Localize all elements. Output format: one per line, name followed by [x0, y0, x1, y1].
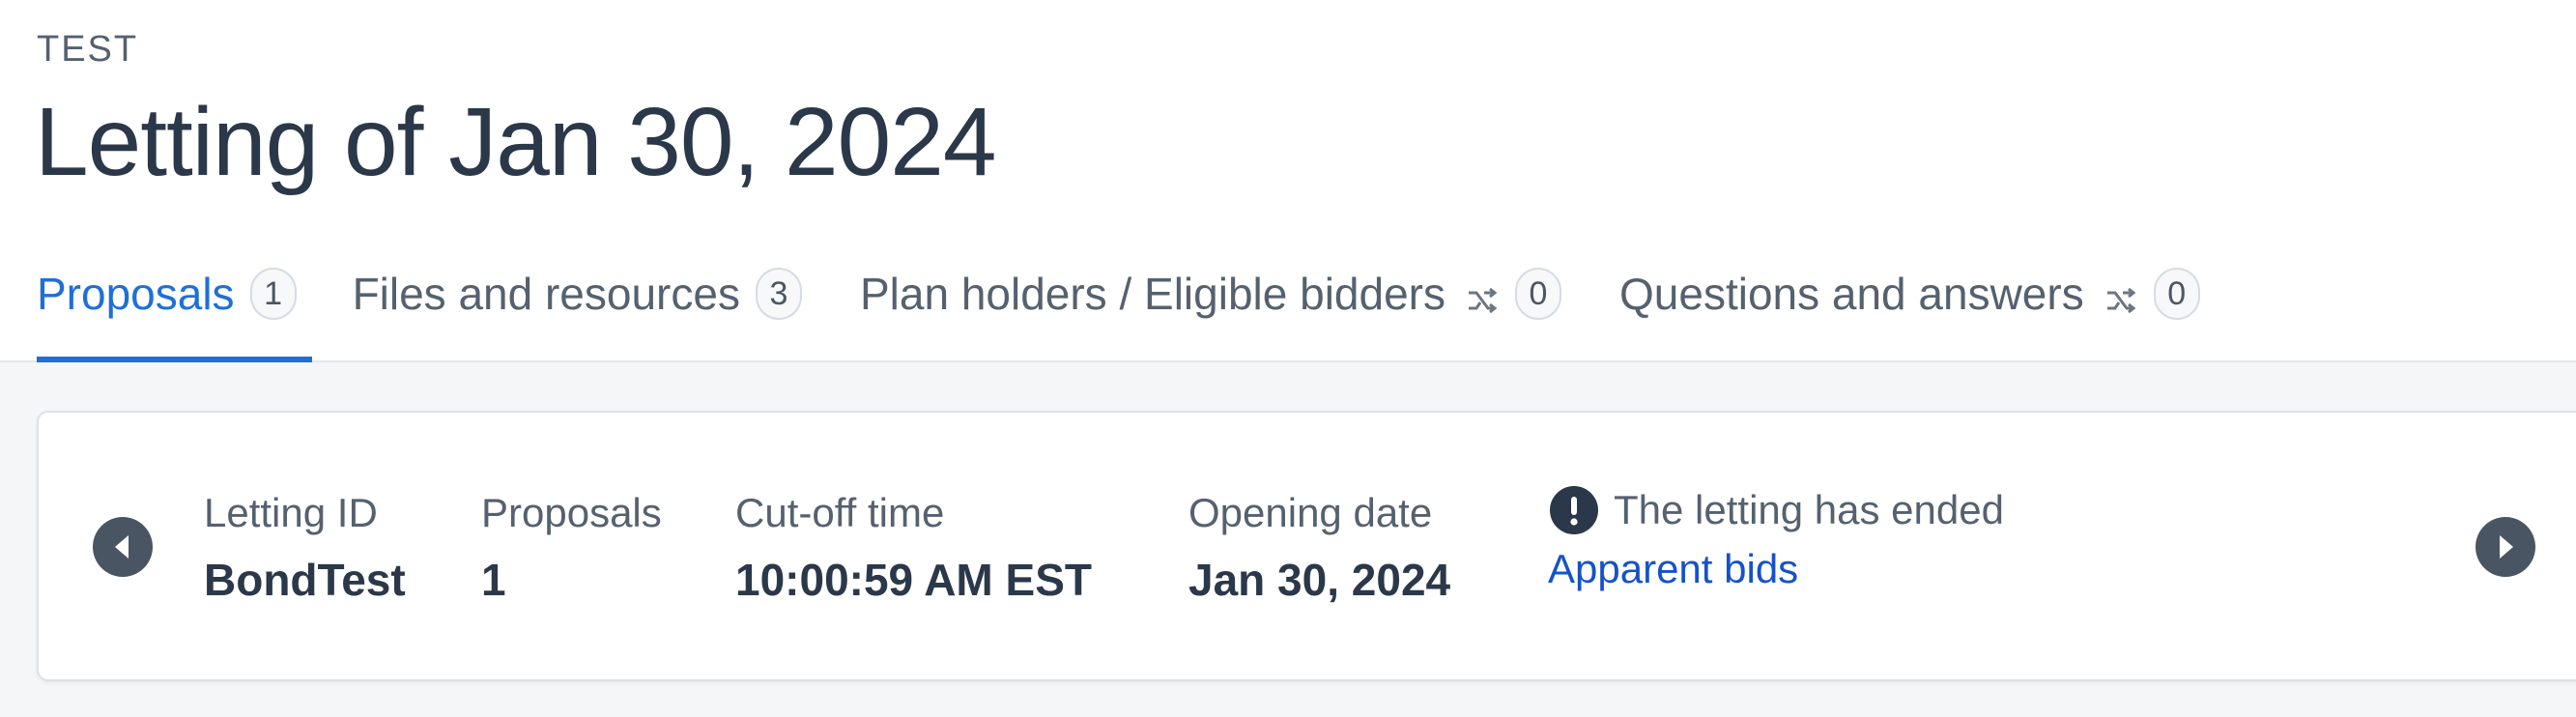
page-header: TEST Letting of Jan 30, 2024 Proposals 1…	[0, 0, 2576, 362]
count-badge: 3	[755, 268, 802, 320]
field-value: 1	[481, 555, 506, 605]
count-badge: 0	[2153, 268, 2200, 320]
field-value: 10:00:59 AM EST	[735, 555, 1092, 605]
field-label: Proposals	[481, 490, 662, 535]
letting-status: The letting has ended Apparent bids	[1548, 486, 2004, 592]
tab-plan-holders[interactable]: Plan holders / Eligible bidders 0	[860, 253, 1561, 334]
status-line: The letting has ended	[1550, 486, 2004, 534]
tab-label: Questions and answers	[1619, 269, 2084, 319]
tab-bar: Proposals 1 Files and resources 3 Plan h…	[37, 253, 2258, 362]
page-eyebrow: TEST	[37, 29, 139, 70]
field-label: Letting ID	[204, 490, 378, 535]
field-value: Jan 30, 2024	[1188, 555, 1451, 605]
tab-label: Plan holders / Eligible bidders	[859, 269, 1445, 319]
letting-summary-card: Letting ID BondTest Proposals 1 Cut-off …	[37, 411, 2576, 681]
proposals-field: Proposals 1	[481, 490, 662, 606]
tab-questions-and-answers[interactable]: Questions and answers 0	[1619, 253, 2200, 334]
exclamation-circle-icon	[1550, 486, 1598, 534]
tab-files-and-resources[interactable]: Files and resources 3	[353, 253, 802, 334]
opening-date-field: Opening date Jan 30, 2024	[1188, 490, 1450, 606]
status-text: The letting has ended	[1614, 487, 2004, 532]
count-badge: 1	[249, 268, 297, 320]
share-branch-icon	[2104, 276, 2138, 314]
tab-proposals[interactable]: Proposals 1	[37, 253, 312, 362]
tab-label: Proposals	[37, 269, 235, 319]
field-value: BondTest	[204, 555, 406, 605]
apparent-bids-link[interactable]: Apparent bids	[1548, 546, 2004, 592]
page-title: Letting of Jan 30, 2024	[35, 88, 996, 196]
field-label: Cut-off time	[735, 490, 945, 535]
tab-label: Files and resources	[352, 269, 740, 319]
chevron-left-circle-icon[interactable]	[93, 517, 153, 577]
count-badge: 0	[1515, 268, 1561, 320]
chevron-right-circle-icon[interactable]	[2476, 517, 2535, 577]
share-branch-icon	[1465, 276, 1500, 314]
letting-id-field: Letting ID BondTest	[204, 490, 406, 606]
cutoff-time-field: Cut-off time 10:00:59 AM EST	[735, 490, 1092, 606]
field-label: Opening date	[1188, 490, 1433, 535]
